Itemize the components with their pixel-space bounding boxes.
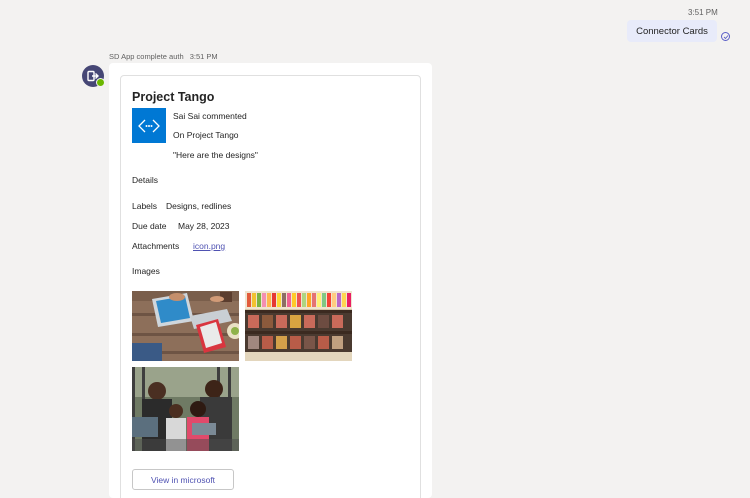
- details-heading: Details: [132, 175, 158, 185]
- connector-card: Project Tango Sai Sai commented On Proje…: [120, 75, 421, 498]
- sent-message-bubble[interactable]: Connector Cards: [627, 20, 717, 42]
- card-title: Project Tango: [132, 90, 215, 104]
- fact-label-due-date: Due date: [132, 221, 167, 231]
- sent-check-icon: [721, 32, 730, 41]
- card-image-shelf[interactable]: [245, 291, 352, 361]
- fact-value-due-date: May 28, 2023: [178, 221, 230, 231]
- images-heading: Images: [132, 266, 160, 276]
- view-in-microsoft-button[interactable]: View in microsoft: [132, 469, 234, 490]
- card-image-laptops[interactable]: [132, 291, 239, 361]
- fact-label-attachments: Attachments: [132, 241, 180, 251]
- card-image-family[interactable]: [132, 367, 239, 451]
- sent-message-time: 3:51 PM: [688, 8, 718, 17]
- presence-available-icon: [96, 78, 105, 87]
- fact-label-labels: Labels: [132, 201, 158, 211]
- activity-text: "Here are the designs": [173, 150, 258, 160]
- code-diamond-icon: [138, 119, 160, 132]
- attachment-link[interactable]: icon.png: [193, 241, 225, 251]
- activity-subtitle: On Project Tango: [173, 130, 239, 140]
- activity-title: Sai Sai commented: [173, 111, 247, 121]
- message-header: SD App complete auth 3:51 PM: [109, 52, 222, 61]
- activity-image: [132, 108, 166, 143]
- message-body: Project Tango Sai Sai commented On Proje…: [109, 63, 432, 498]
- sent-message-text: Connector Cards: [636, 25, 708, 37]
- fact-value-labels: Designs, redlines: [166, 201, 232, 211]
- sender-name: SD App complete auth: [109, 52, 184, 61]
- message-time: 3:51 PM: [189, 52, 218, 61]
